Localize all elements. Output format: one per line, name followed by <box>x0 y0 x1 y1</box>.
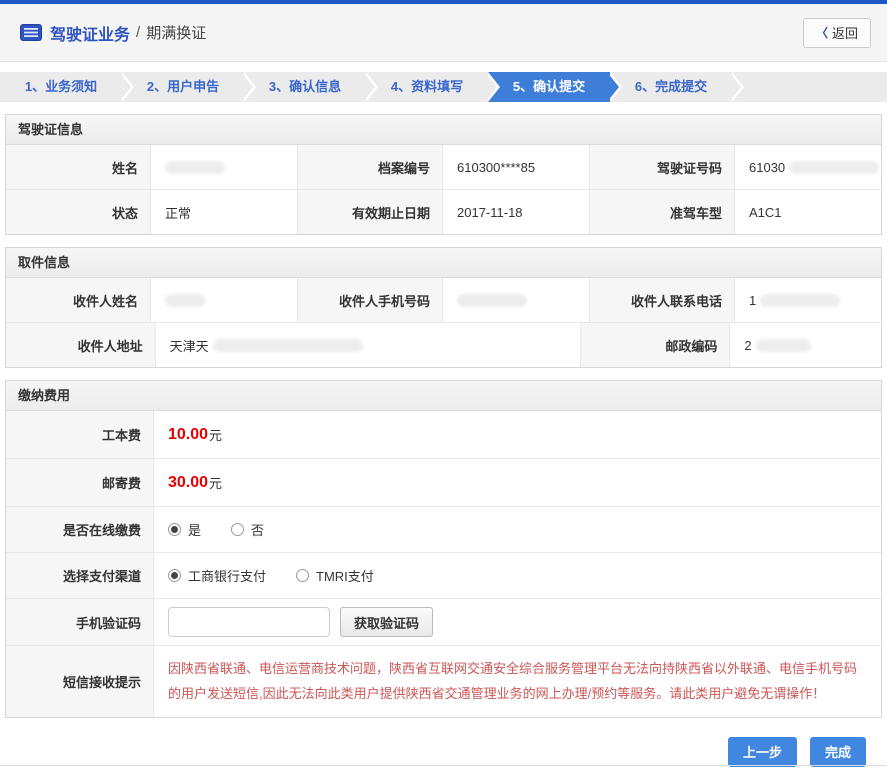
radio-option-tmri[interactable]: TMRI支付 <box>296 566 374 585</box>
field-value-recipient-phone: 1 <box>735 278 881 322</box>
steps-filler <box>732 72 887 102</box>
radio-option-yes[interactable]: 是 <box>168 520 201 539</box>
breadcrumb-current: 期满换证 <box>146 25 207 42</box>
field-value-postal-code: 2 <box>730 323 882 367</box>
online-payment-row: 是否在线缴费 是 否 <box>6 506 881 552</box>
field-value-license-number: 61030 <box>735 145 881 189</box>
sms-notice-cell: 因陕西省联通、电信运营商技术问题，陕西省互联网交通安全综合服务管理平台无法向持陕… <box>154 646 881 717</box>
step-tab-2[interactable]: 2、用户申告 <box>122 72 256 102</box>
field-label: 收件人姓名 <box>6 278 151 322</box>
page-bottom-divider <box>0 765 887 766</box>
page-title: 驾驶证业务 <box>50 26 131 44</box>
section-title: 缴纳费用 <box>6 381 881 411</box>
field-label: 准驾车型 <box>590 190 735 234</box>
redacted-value <box>760 293 841 307</box>
redacted-value <box>789 160 880 174</box>
field-value-recipient-name <box>151 278 298 322</box>
radio-label: 是 <box>188 523 202 538</box>
field-label: 姓名 <box>6 145 151 189</box>
field-label: 状态 <box>6 190 151 234</box>
table-row: 姓名 档案编号 610300****85 驾驶证号码 61030 <box>6 145 881 189</box>
fee-unit: 元 <box>209 428 223 443</box>
fee-unit: 元 <box>209 476 223 491</box>
table-row: 状态 正常 有效期止日期 2017-11-18 准驾车型 A1C1 <box>6 189 881 234</box>
field-label: 收件人地址 <box>6 323 156 367</box>
breadcrumb: 驾驶证业务 / 期满换证 <box>20 21 206 45</box>
field-label: 邮寄费 <box>6 459 154 506</box>
fee-row: 工本费 10.00 元 <box>6 411 881 458</box>
radio-option-no[interactable]: 否 <box>231 520 264 539</box>
field-label: 收件人手机号码 <box>298 278 443 322</box>
field-value-production-fee: 10.00 元 <box>154 411 881 458</box>
payment-channel-row: 选择支付渠道 工商银行支付 TMRI支付 <box>6 552 881 598</box>
field-value-recipient-mobile <box>443 278 590 322</box>
radio-label: 否 <box>251 523 265 538</box>
field-value-vehicle-class: A1C1 <box>735 190 881 234</box>
finish-button[interactable]: 完成 <box>809 736 866 767</box>
redacted-value <box>165 293 205 307</box>
field-label: 是否在线缴费 <box>6 507 154 552</box>
field-value-file-number: 610300****85 <box>443 145 590 189</box>
field-label: 收件人联系电话 <box>590 278 735 322</box>
license-info-section: 驾驶证信息 姓名 档案编号 610300****85 驾驶证号码 61030 状… <box>5 114 882 235</box>
radio-option-icbc[interactable]: 工商银行支付 <box>168 566 266 585</box>
radio-icon <box>168 523 181 536</box>
radio-icon <box>231 523 245 536</box>
sms-code-input[interactable] <box>168 607 330 637</box>
sms-code-controls: 获取验证码 <box>154 599 881 645</box>
redacted-value <box>755 338 811 352</box>
back-button-label: 返回 <box>831 26 858 41</box>
fee-amount: 30.00 <box>168 473 209 491</box>
field-label: 驾驶证号码 <box>590 145 735 189</box>
fee-amount: 10.00 <box>168 425 209 443</box>
field-label: 手机验证码 <box>6 599 154 645</box>
sms-notice-row: 短信接收提示 因陕西省联通、电信运营商技术问题，陕西省互联网交通安全综合服务管理… <box>6 645 881 717</box>
step-tab-1[interactable]: 1、业务须知 <box>0 72 134 102</box>
field-label: 有效期止日期 <box>298 190 443 234</box>
field-value-expiry-date: 2017-11-18 <box>443 190 590 234</box>
table-row: 收件人姓名 收件人手机号码 收件人联系电话 1 <box>6 278 881 322</box>
step-tab-4[interactable]: 4、资料填写 <box>366 72 500 102</box>
chevron-left-icon: 〈 <box>815 26 828 40</box>
radio-icon <box>296 569 310 582</box>
payment-section: 缴纳费用 工本费 10.00 元 邮寄费 30.00 元 是否在线缴费 是 否 … <box>5 380 882 718</box>
step-tab-6[interactable]: 6、完成提交 <box>610 72 744 102</box>
back-button[interactable]: 〈 返回 <box>802 17 871 48</box>
redacted-value <box>212 338 363 352</box>
section-title: 驾驶证信息 <box>6 115 881 145</box>
footer-actions: 上一步 完成 <box>21 736 866 767</box>
field-value-name <box>151 145 298 189</box>
radio-label: TMRI支付 <box>316 569 374 584</box>
sms-notice-text: 因陕西省联通、电信运营商技术问题，陕西省互联网交通安全综合服务管理平台无法向持陕… <box>168 661 858 702</box>
field-value-status: 正常 <box>151 190 298 234</box>
field-label: 档案编号 <box>298 145 443 189</box>
field-value-recipient-address: 天津天 <box>155 323 581 367</box>
field-label: 邮政编码 <box>580 323 731 367</box>
page-header: 驾驶证业务 / 期满换证 〈 返回 <box>0 4 887 62</box>
payment-channel-options: 工商银行支付 TMRI支付 <box>154 553 881 598</box>
step-tab-5[interactable]: 5、确认提交 <box>488 72 622 102</box>
get-code-button[interactable]: 获取验证码 <box>340 607 434 637</box>
field-value-postage-fee: 30.00 元 <box>154 459 881 506</box>
redacted-value <box>457 293 527 307</box>
step-tab-3[interactable]: 3、确认信息 <box>244 72 378 102</box>
online-payment-options: 是 否 <box>154 507 881 552</box>
sms-code-row: 手机验证码 获取验证码 <box>6 598 881 645</box>
document-list-icon <box>20 24 42 41</box>
radio-icon <box>168 569 181 582</box>
redacted-value <box>165 160 225 174</box>
section-title: 取件信息 <box>6 248 881 278</box>
field-label: 短信接收提示 <box>6 646 154 717</box>
wizard-steps: 1、业务须知 2、用户申告 3、确认信息 4、资料填写 5、确认提交 6、完成提… <box>0 72 887 102</box>
field-label: 工本费 <box>6 411 154 458</box>
fee-row: 邮寄费 30.00 元 <box>6 458 881 506</box>
field-label: 选择支付渠道 <box>6 553 154 598</box>
pickup-info-section: 取件信息 收件人姓名 收件人手机号码 收件人联系电话 1 收件人地址 天津天 邮… <box>5 247 882 368</box>
table-row: 收件人地址 天津天 邮政编码 2 <box>6 322 882 367</box>
previous-step-button[interactable]: 上一步 <box>727 736 797 767</box>
radio-label: 工商银行支付 <box>188 569 267 584</box>
breadcrumb-separator: / <box>136 24 141 41</box>
